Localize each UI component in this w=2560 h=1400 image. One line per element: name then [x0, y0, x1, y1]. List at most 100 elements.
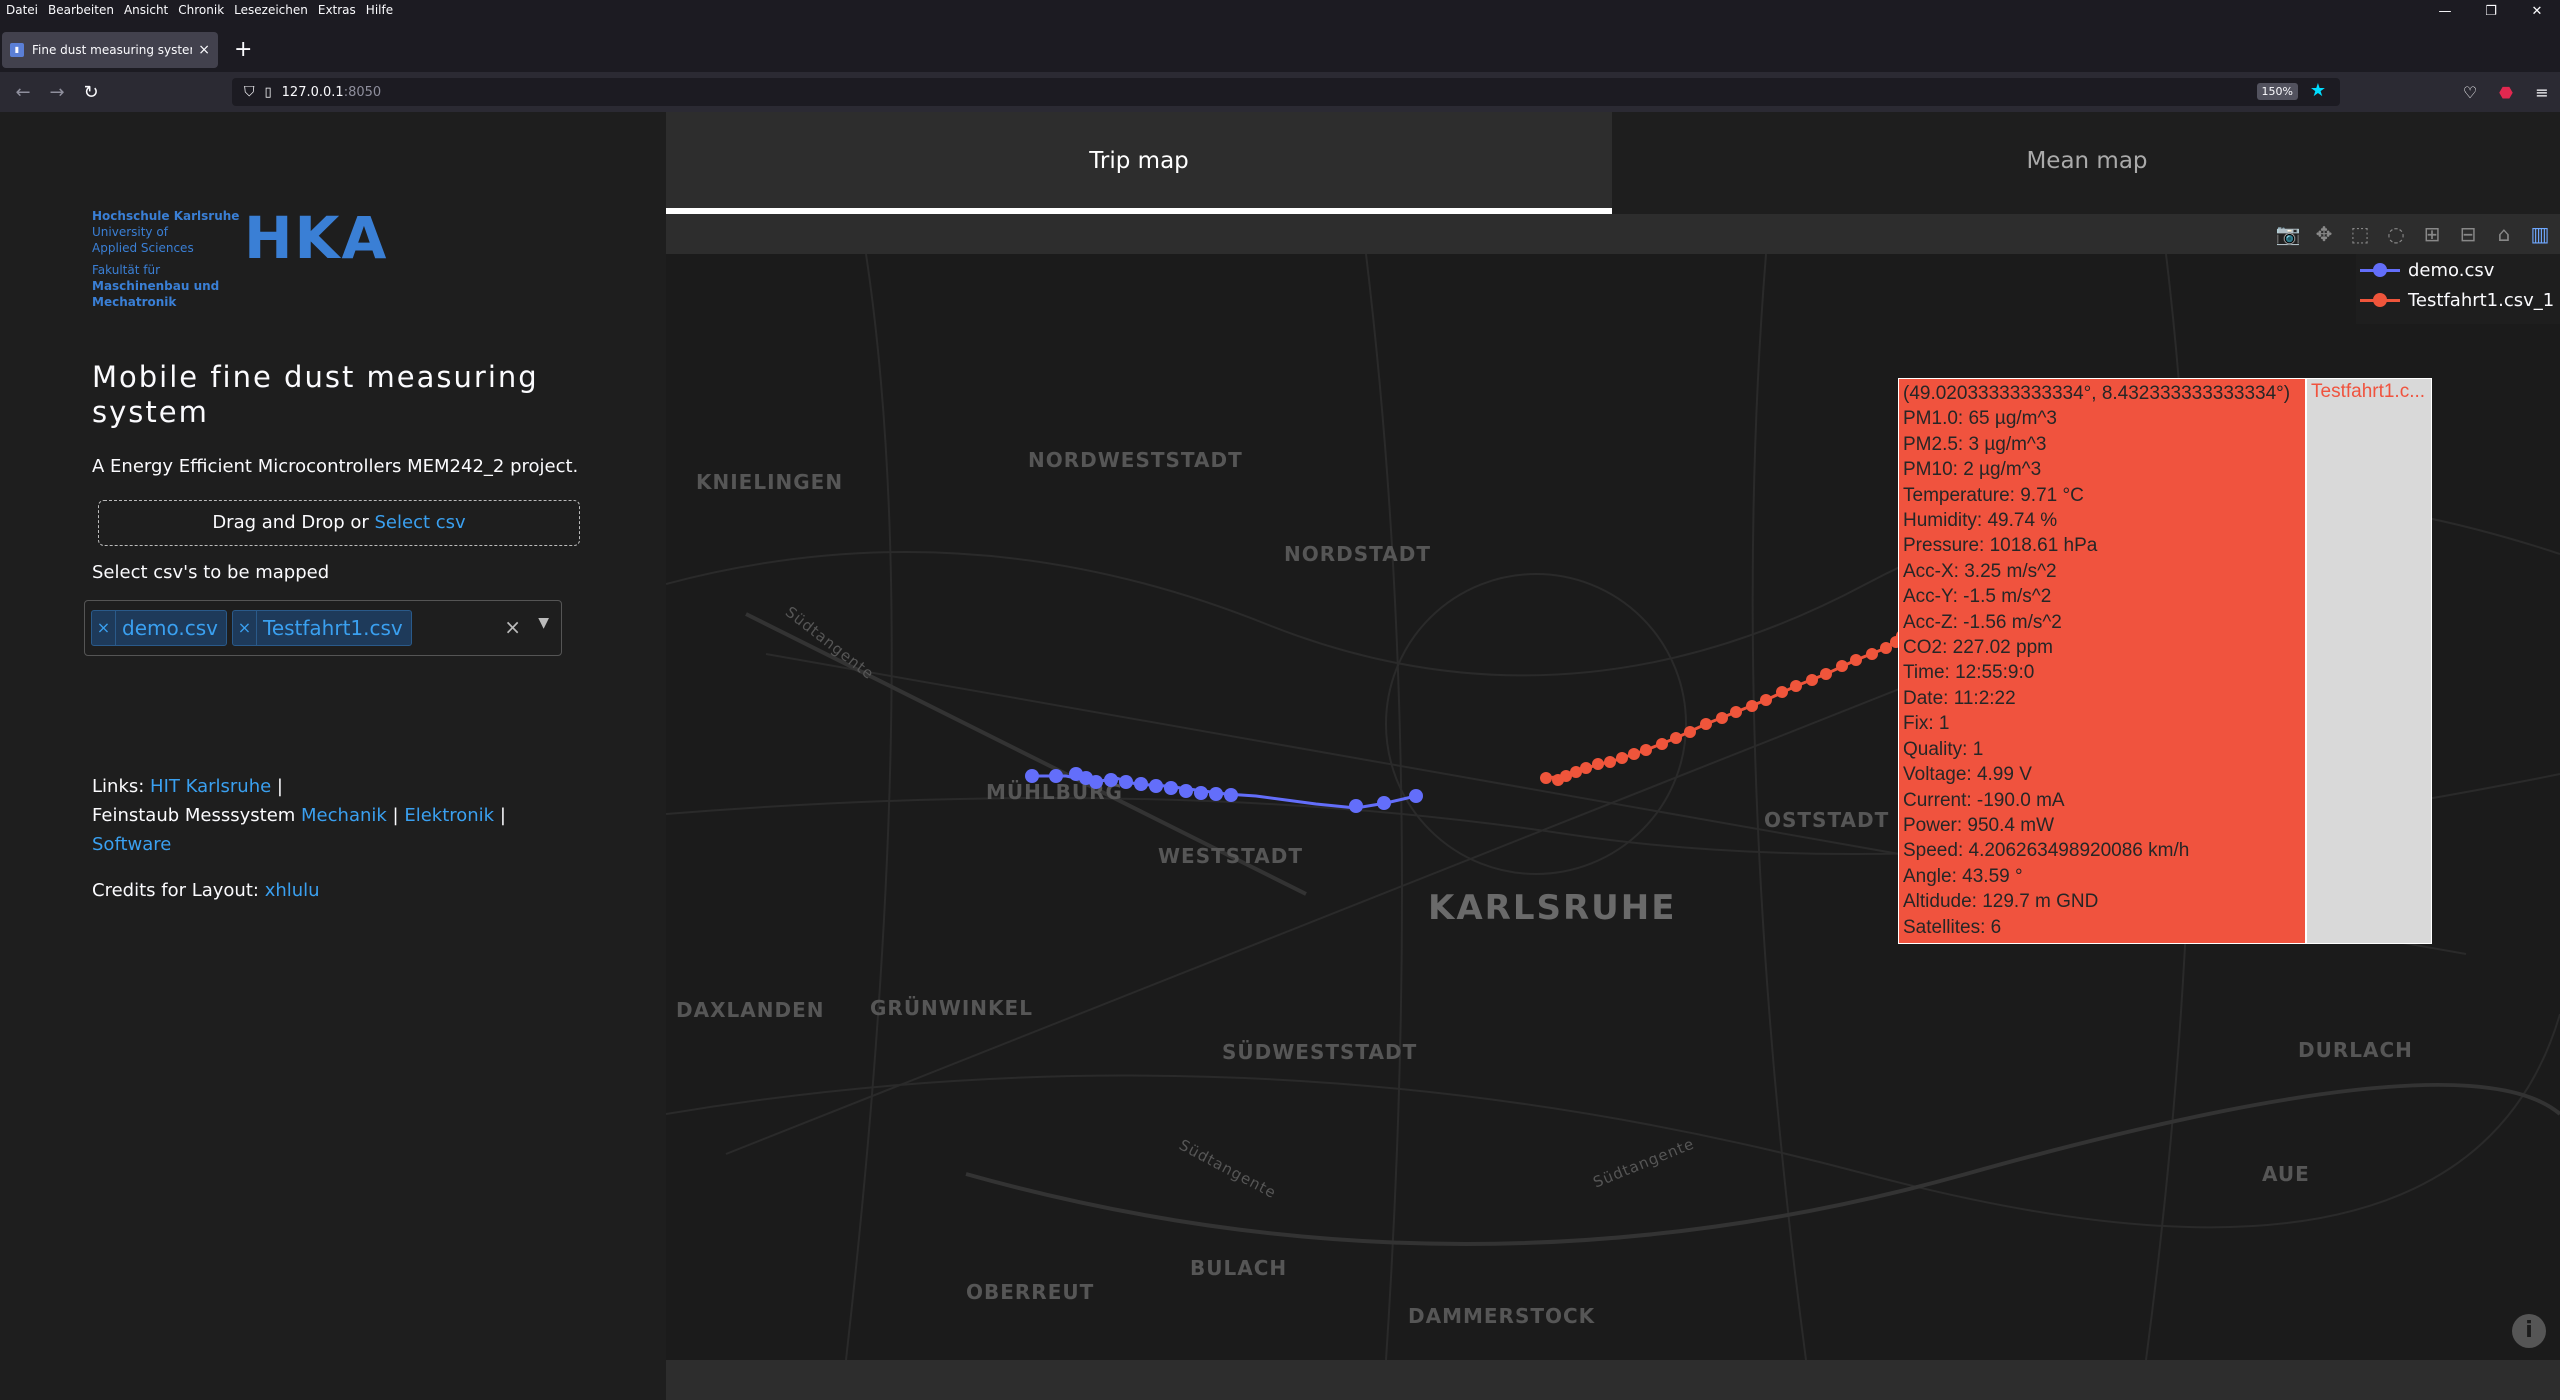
software-link[interactable]: Software: [92, 834, 171, 855]
chip-testfahrt1: × Testfahrt1.csv: [232, 610, 412, 646]
reload-icon[interactable]: ↻: [74, 82, 108, 103]
hover-row: Satellites: 6: [1903, 916, 2002, 938]
select-label: Select csv's to be mapped: [92, 562, 330, 583]
maximize-icon[interactable]: ❐: [2468, 0, 2514, 24]
legend-item-demo[interactable]: demo.csv: [2356, 256, 2560, 284]
hover-row: Acc-Y: -1.5 m/s^2: [1903, 586, 2052, 608]
hover-row: Pressure: 1018.61 hPa: [1903, 535, 2098, 557]
new-tab-icon[interactable]: +: [234, 34, 252, 66]
remove-chip-icon[interactable]: ×: [92, 611, 116, 645]
legend-item-testfahrt1[interactable]: Testfahrt1.csv_1: [2356, 286, 2560, 314]
window-controls: — ❐ ✕: [2422, 0, 2560, 24]
close-window-icon[interactable]: ✕: [2514, 0, 2560, 24]
pocket-icon[interactable]: ♡: [2452, 83, 2488, 102]
fs-prefix: Feinstaub Messsystem: [92, 805, 302, 826]
app-description: A Energy Efficient Microcontrollers MEM2…: [92, 456, 579, 477]
close-tab-icon[interactable]: ×: [198, 42, 210, 58]
remove-chip-icon[interactable]: ×: [233, 611, 257, 645]
map-footer-bar: [666, 1360, 2560, 1400]
menu-hilfe[interactable]: Hilfe: [366, 3, 393, 17]
url-bar[interactable]: ⛉ ▯ 127.0.0.1:8050 150% ★: [232, 78, 2340, 106]
links-section: Links: HIT Karlsruhe | Feinstaub Messsys…: [92, 772, 532, 859]
elektronik-link[interactable]: Elektronik: [404, 805, 494, 826]
hover-row: Angle: 43.59 °: [1903, 865, 2023, 887]
info-icon[interactable]: i: [2512, 1314, 2546, 1348]
hover-row: CO2: 227.02 ppm: [1903, 637, 2053, 659]
hover-trace-name: Testfahrt1.c...: [2306, 378, 2432, 944]
forward-icon[interactable]: →: [40, 82, 74, 103]
hover-row: Quality: 1: [1903, 738, 1984, 760]
legend-swatch: [2360, 256, 2400, 284]
select-csv-link[interactable]: Select csv: [375, 512, 466, 533]
legend-label: demo.csv: [2408, 259, 2495, 281]
credits: Credits for Layout: xhlulu: [92, 880, 320, 901]
hover-row: Current: -190.0 mA: [1903, 789, 2065, 811]
shield-icon[interactable]: ⛉: [244, 84, 255, 100]
logo-line: Mechatronik: [92, 295, 177, 309]
ublock-icon[interactable]: ⬣: [2488, 83, 2524, 102]
menu-bar: Datei Bearbeiten Ansicht Chronik Lesezei…: [0, 0, 2560, 20]
dropdown-arrow-icon[interactable]: ▼: [538, 615, 549, 631]
legend-label: Testfahrt1.csv_1: [2408, 289, 2555, 311]
bookmark-star-icon[interactable]: ★: [2310, 80, 2326, 101]
xhlulu-link[interactable]: xhlulu: [265, 880, 320, 901]
hover-row: Date: 11:2:22: [1903, 687, 2016, 709]
zoom-out-icon[interactable]: ⊟: [2454, 222, 2482, 246]
lasso-select-icon[interactable]: ◌: [2382, 222, 2410, 246]
hover-coordinates: (49.02033333333334°, 8.432333333333334°): [1903, 383, 2291, 404]
sidebar: Hochschule Karlsruhe University of Appli…: [0, 112, 666, 1400]
menu-extras[interactable]: Extras: [318, 3, 356, 17]
csv-upload-dropzone[interactable]: Drag and Drop or Select csv: [98, 500, 580, 546]
nav-right-icons: ♡ ⬣ ≡: [2452, 72, 2560, 112]
map-view[interactable]: KNIELINGEN NORDWESTSTADT NORDSTADT MÜHLB…: [666, 254, 2560, 1360]
mechanik-link[interactable]: Mechanik: [301, 805, 387, 826]
trace-testfahrt1: [1545, 634, 1903, 780]
back-icon[interactable]: ←: [6, 82, 40, 103]
hover-row: Time: 12:55:9:0: [1903, 662, 2035, 684]
menu-ansicht[interactable]: Ansicht: [124, 3, 168, 17]
upload-text: Drag and Drop or: [212, 512, 375, 533]
plotly-modebar: 📷 ✥ ⬚ ◌ ⊞ ⊟ ⌂ ▥: [2274, 222, 2554, 246]
hover-row: Acc-X: 3.25 m/s^2: [1903, 560, 2057, 582]
camera-icon[interactable]: 📷: [2274, 222, 2302, 246]
hover-row: PM2.5: 3 µg/m^3: [1903, 433, 2047, 455]
separator: |: [494, 805, 506, 826]
graph-toolbar: 📷 ✥ ⬚ ◌ ⊞ ⊟ ⌂ ▥: [666, 214, 2560, 254]
page-info-icon[interactable]: ▯: [265, 85, 272, 100]
url-port: :8050: [343, 84, 382, 100]
menu-lesezeichen[interactable]: Lesezeichen: [234, 3, 308, 17]
logo-wordmark: HKA: [244, 204, 389, 272]
chip-label: demo.csv: [122, 616, 218, 640]
zoom-level[interactable]: 150%: [2256, 83, 2298, 100]
tab-mean-map[interactable]: Mean map: [1614, 112, 2560, 214]
zoom-in-icon[interactable]: ⊞: [2418, 222, 2446, 246]
menu-chronik[interactable]: Chronik: [178, 3, 224, 17]
menu-bearbeiten[interactable]: Bearbeiten: [48, 3, 114, 17]
hover-row: Power: 950.4 mW: [1903, 814, 2054, 836]
home-icon[interactable]: ⌂: [2490, 222, 2518, 246]
hit-karlsruhe-link[interactable]: HIT Karlsruhe: [150, 776, 271, 797]
main-tabs: Trip map Mean map: [666, 112, 2560, 214]
tab-trip-map[interactable]: Trip map: [666, 112, 1612, 214]
hover-row: PM10: 2 µg/m^3: [1903, 459, 2042, 481]
chip-label: Testfahrt1.csv: [263, 616, 403, 640]
map-legend: demo.csv Testfahrt1.csv_1: [2356, 254, 2560, 324]
chart-favicon-icon: ▮: [10, 43, 24, 57]
minimize-icon[interactable]: —: [2422, 0, 2468, 24]
csv-multiselect[interactable]: × demo.csv × Testfahrt1.csv × ▼: [84, 600, 562, 656]
pan-icon[interactable]: ✥: [2310, 222, 2338, 246]
chip-demo: × demo.csv: [91, 610, 227, 646]
credits-prefix: Credits for Layout:: [92, 880, 265, 901]
hover-tooltip: (49.02033333333334°, 8.432333333333334°)…: [1898, 378, 2306, 944]
hover-row: PM1.0: 65 µg/m^3: [1903, 408, 2057, 430]
clear-selection-icon[interactable]: ×: [504, 615, 521, 639]
plotly-logo-icon[interactable]: ▥: [2526, 222, 2554, 246]
box-select-icon[interactable]: ⬚: [2346, 222, 2374, 246]
menu-datei[interactable]: Datei: [6, 3, 38, 17]
browser-tab[interactable]: ▮ Fine dust measuring system mu ×: [2, 32, 218, 68]
hka-logo: Hochschule Karlsruhe University of Appli…: [92, 208, 422, 318]
hamburger-menu-icon[interactable]: ≡: [2524, 83, 2560, 102]
hover-row: Temperature: 9.71 °C: [1903, 484, 2084, 506]
hover-row: Voltage: 4.99 V: [1903, 764, 2032, 786]
app-title: Mobile fine dust measuring system: [92, 360, 539, 429]
